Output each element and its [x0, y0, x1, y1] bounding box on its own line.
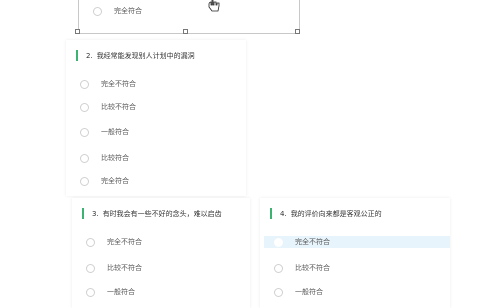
option-label: 一般符合 — [107, 288, 135, 296]
radio-button[interactable] — [93, 6, 102, 16]
option-label: 一般符合 — [295, 288, 323, 296]
option-row[interactable]: 完全不符合 — [80, 78, 136, 90]
radio-button[interactable] — [80, 79, 89, 89]
question-card-3: 3. 有时我会有一些不好的念头，难以启齿 完全不符合 比较不符合 一般符合 — [72, 198, 250, 308]
option-row[interactable]: 比较符合 — [80, 152, 129, 164]
radio-button[interactable] — [274, 237, 283, 247]
question-card-4: 4. 我的评价向来都是客观公正的 完全不符合 比较不符合 一般符合 — [260, 198, 450, 308]
option-row[interactable]: 完全符合 — [93, 5, 142, 17]
question-card-2: 2. 我经常能发现别人计划中的漏洞 完全不符合 比较不符合 一般符合 比较符合 … — [66, 40, 246, 196]
option-row[interactable]: 比较不符合 — [86, 262, 142, 274]
option-row[interactable]: 一般符合 — [86, 286, 135, 298]
radio-button[interactable] — [274, 287, 283, 297]
accent-bar — [270, 208, 272, 219]
option-row[interactable]: 完全符合 — [80, 175, 129, 187]
question-text: 我的评价向来都是客观公正的 — [290, 209, 382, 218]
question-title: 4. 我的评价向来都是客观公正的 — [270, 208, 382, 219]
selection-handle[interactable] — [183, 29, 188, 34]
option-label: 比较符合 — [101, 154, 129, 162]
radio-button[interactable] — [86, 237, 95, 247]
selection-handle[interactable] — [75, 29, 80, 34]
radio-button[interactable] — [80, 102, 89, 112]
option-row[interactable]: 一般符合 — [274, 286, 323, 298]
question-text: 我经常能发现别人计划中的漏洞 — [96, 51, 195, 60]
radio-button[interactable] — [86, 287, 95, 297]
question-text: 有时我会有一些不好的念头，难以启齿 — [102, 209, 222, 218]
option-label: 比较不符合 — [295, 264, 330, 272]
option-label: 完全不符合 — [295, 238, 330, 246]
option-label: 完全符合 — [114, 7, 142, 15]
radio-button[interactable] — [80, 153, 89, 163]
option-row[interactable]: 一般符合 — [80, 126, 129, 138]
radio-button[interactable] — [80, 176, 89, 186]
radio-button[interactable] — [80, 127, 89, 137]
accent-bar — [76, 50, 78, 61]
question-title: 2. 我经常能发现别人计划中的漏洞 — [76, 50, 195, 61]
question-card-1: 完全符合 — [78, 0, 300, 34]
option-label: 完全不符合 — [101, 80, 136, 88]
hand-cursor-icon — [208, 0, 220, 12]
selection-handle[interactable] — [295, 29, 300, 34]
option-label: 完全符合 — [101, 177, 129, 185]
accent-bar — [82, 208, 84, 219]
option-row[interactable]: 比较不符合 — [274, 262, 330, 274]
option-label: 一般符合 — [101, 128, 129, 136]
radio-button[interactable] — [86, 263, 95, 273]
question-title: 3. 有时我会有一些不好的念头，难以启齿 — [82, 208, 222, 219]
option-label: 比较不符合 — [107, 264, 142, 272]
option-row-selected[interactable]: 完全不符合 — [264, 236, 450, 248]
radio-button[interactable] — [274, 263, 283, 273]
option-row[interactable]: 完全不符合 — [86, 236, 142, 248]
option-label: 比较不符合 — [101, 103, 136, 111]
question-number: 4. — [280, 209, 287, 218]
question-number: 2. — [86, 51, 93, 60]
option-label: 完全不符合 — [107, 238, 142, 246]
question-number: 3. — [92, 209, 99, 218]
option-row[interactable]: 比较不符合 — [80, 101, 136, 113]
